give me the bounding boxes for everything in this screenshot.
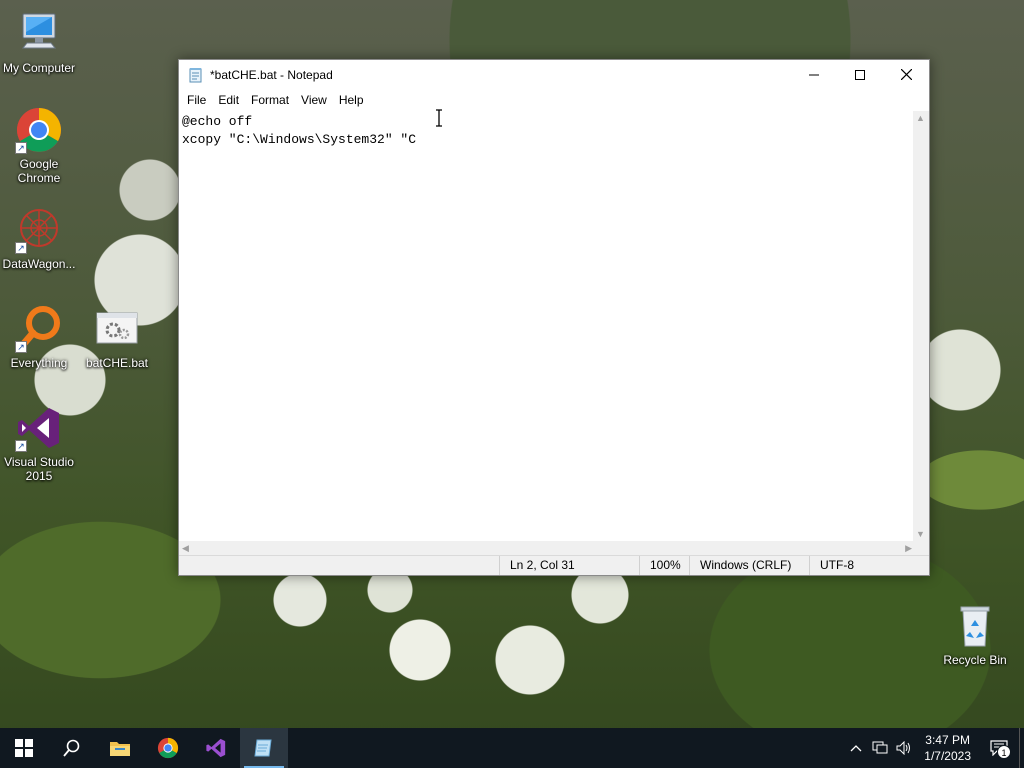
desktop-icon-label: DataWagon... (2, 257, 76, 271)
desktop-icon-visual-studio-2015[interactable]: ↗ Visual Studio 2015 (0, 404, 78, 483)
menu-bar: File Edit Format View Help (179, 89, 929, 111)
action-center-button[interactable]: 1 (979, 728, 1019, 768)
menu-help[interactable]: Help (333, 93, 370, 107)
close-icon (900, 69, 912, 80)
taskbar-visual-studio[interactable] (192, 728, 240, 768)
maximize-button[interactable] (837, 60, 883, 89)
network-icon[interactable] (868, 728, 892, 768)
scroll-up-arrow-icon[interactable]: ▲ (916, 113, 925, 123)
status-encoding: UTF-8 (809, 556, 929, 575)
clock[interactable]: 3:47 PM 1/7/2023 (916, 732, 979, 764)
text-editor[interactable]: @echo off xcopy "C:\Windows\System32" "C (179, 111, 915, 541)
taskbar: 3:47 PM 1/7/2023 1 (0, 728, 1024, 768)
minimize-icon (809, 74, 819, 75)
notepad-icon (254, 739, 272, 757)
menu-format[interactable]: Format (245, 93, 295, 107)
folder-icon (110, 742, 130, 756)
window-title: *batCHE.bat - Notepad (210, 67, 333, 82)
shortcut-arrow-icon: ↗ (15, 242, 27, 254)
visual-studio-icon (206, 738, 226, 758)
clock-time: 3:47 PM (925, 733, 970, 747)
visual-studio-icon: ↗ (15, 404, 63, 452)
close-button[interactable] (883, 60, 929, 89)
desktop-icon-datawagon[interactable]: ↗ DataWagon... (0, 206, 78, 271)
desktop-icon-label: Visual Studio 2015 (4, 455, 74, 483)
volume-icon[interactable] (892, 728, 916, 768)
desktop-icon-label: Everything (10, 356, 68, 370)
status-bar: Ln 2, Col 31 100% Windows (CRLF) UTF-8 (179, 555, 929, 575)
scroll-left-arrow-icon[interactable]: ◀ (182, 543, 189, 554)
show-desktop-button[interactable] (1019, 728, 1024, 768)
minimize-button[interactable] (791, 60, 837, 89)
vertical-scrollbar[interactable]: ▲ ▼ (913, 111, 929, 541)
notepad-window[interactable]: *batCHE.bat - Notepad File Edit Format V… (178, 59, 930, 576)
menu-edit[interactable]: Edit (212, 93, 245, 107)
status-spacer (179, 556, 499, 575)
batch-file-icon (93, 305, 141, 353)
desktop-icon-batche-bat[interactable]: batCHE.bat (78, 305, 156, 370)
taskbar-chrome[interactable] (144, 728, 192, 768)
desktop-icon-label: Google Chrome (17, 157, 61, 185)
chrome-icon (157, 737, 179, 759)
menu-file[interactable]: File (181, 93, 212, 107)
shortcut-arrow-icon: ↗ (15, 440, 27, 452)
system-tray: 3:47 PM 1/7/2023 1 (844, 728, 1024, 768)
recycle-bin-icon (951, 602, 999, 650)
desktop-icon-google-chrome[interactable]: ↗ Google Chrome (0, 106, 78, 185)
datawagon-icon: ↗ (15, 206, 63, 254)
status-line-ending: Windows (CRLF) (689, 556, 809, 575)
desktop-icon-everything[interactable]: ↗ Everything (0, 305, 78, 370)
taskbar-notepad[interactable] (240, 728, 288, 768)
desktop-icon-my-computer[interactable]: My Computer (0, 10, 78, 75)
search-button[interactable] (48, 728, 96, 768)
title-bar[interactable]: *batCHE.bat - Notepad (179, 60, 929, 89)
show-hidden-icons-chevron-icon[interactable] (844, 728, 868, 768)
scroll-right-arrow-icon[interactable]: ▶ (905, 543, 912, 554)
menu-view[interactable]: View (295, 93, 333, 107)
start-button[interactable] (0, 728, 48, 768)
notification-count-badge: 1 (997, 745, 1011, 759)
taskbar-file-explorer[interactable] (96, 728, 144, 768)
chrome-icon: ↗ (15, 106, 63, 154)
scroll-down-arrow-icon[interactable]: ▼ (916, 529, 925, 539)
windows-logo-icon (15, 739, 33, 757)
maximize-icon (855, 69, 865, 80)
clock-date: 1/7/2023 (924, 749, 971, 763)
shortcut-arrow-icon: ↗ (15, 142, 27, 154)
desktop-icon-label: batCHE.bat (85, 356, 149, 370)
desktop-icon-label: Recycle Bin (943, 653, 1007, 667)
search-icon (63, 739, 80, 757)
desktop-icon-recycle-bin[interactable]: Recycle Bin (936, 602, 1014, 667)
status-cursor-position: Ln 2, Col 31 (499, 556, 639, 575)
text-cursor-icon (434, 109, 444, 127)
everything-search-icon: ↗ (15, 305, 63, 353)
desktop-icon-label: My Computer (2, 61, 76, 75)
monitor-icon (15, 10, 63, 58)
shortcut-arrow-icon: ↗ (15, 341, 27, 353)
status-zoom: 100% (639, 556, 689, 575)
notepad-app-icon (188, 67, 204, 83)
